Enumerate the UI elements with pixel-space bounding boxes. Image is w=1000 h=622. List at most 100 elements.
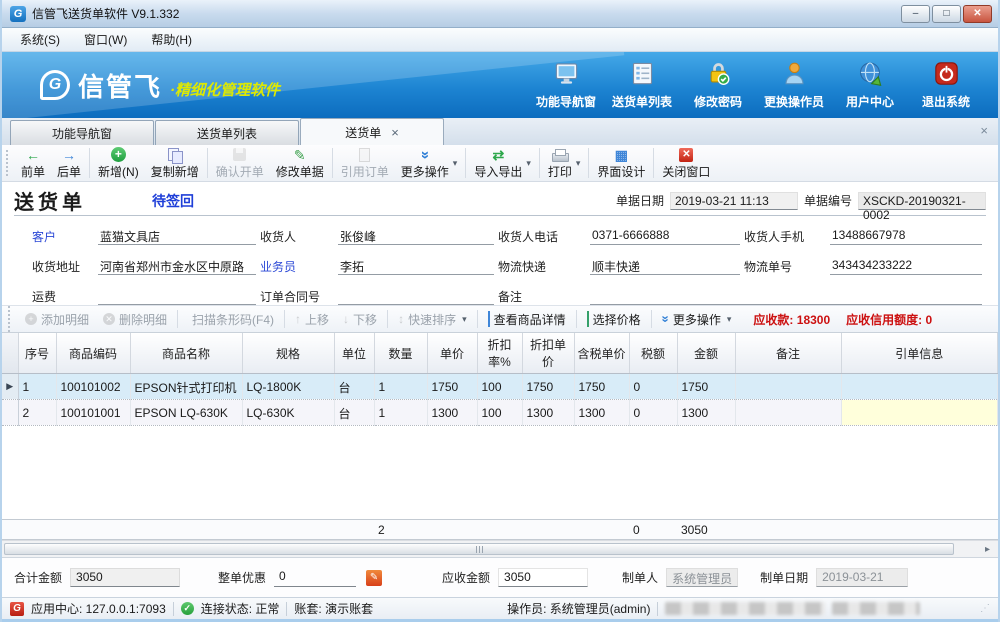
- col-header[interactable]: 规格: [242, 333, 334, 374]
- scrollbar-thumb[interactable]: [4, 543, 954, 555]
- printer-icon: [552, 149, 567, 161]
- app-center-status: 应用中心: 127.0.0.1:7093: [31, 600, 166, 617]
- footer-totals: 合计金额 3050 整单优惠 0 ✎ 应收金额 3050 制单人 系统管理员 制…: [2, 557, 998, 597]
- window-layout-icon: ▦: [615, 147, 628, 163]
- col-header[interactable]: 折扣率%: [477, 333, 522, 374]
- resize-grip-icon: ⋰: [980, 603, 990, 614]
- maximize-button[interactable]: □: [932, 5, 961, 23]
- col-header[interactable]: 数量: [374, 333, 427, 374]
- col-header[interactable]: 备注: [735, 333, 841, 374]
- col-header[interactable]: 单位: [334, 333, 374, 374]
- express-field[interactable]: 顺丰快递: [590, 258, 740, 275]
- toolbar-separator: [89, 148, 90, 178]
- print-button[interactable]: 打印▾: [542, 146, 587, 181]
- salesman-field[interactable]: 李拓: [338, 258, 494, 275]
- customer-label[interactable]: 客户: [32, 228, 94, 245]
- receivable-amount-field[interactable]: 3050: [498, 568, 588, 587]
- caret-down-icon: ▾: [576, 158, 581, 169]
- tab-close-icon[interactable]: ×: [391, 126, 399, 139]
- contract-field[interactable]: [338, 288, 494, 305]
- ui-design-button[interactable]: ▦界面设计: [591, 146, 651, 181]
- banner-button-switch-operator[interactable]: 更换操作员: [756, 60, 832, 110]
- col-header[interactable]: 金额: [677, 333, 735, 374]
- chevron-double-down-icon: »: [658, 315, 672, 322]
- express-label: 物流快递: [498, 258, 586, 275]
- banner-button-nav-window[interactable]: 功能导航窗: [528, 60, 604, 110]
- banner-button-change-password[interactable]: 修改密码: [680, 60, 756, 110]
- modify-doc-button[interactable]: ✎修改单据: [270, 146, 330, 181]
- detail-more-actions-button[interactable]: »更多操作▾: [656, 309, 738, 330]
- delete-detail-button: ✕删除明细: [97, 309, 173, 330]
- import-export-button[interactable]: ⇄导入导出▾: [468, 146, 537, 181]
- make-date-field: 2019-03-21: [816, 568, 908, 587]
- discount-field[interactable]: 0: [274, 568, 356, 587]
- panel-close-icon[interactable]: ×: [980, 123, 988, 138]
- doc-no-field: XSCKD-20190321-0002: [858, 192, 986, 210]
- phone-field[interactable]: 0371-6666888: [590, 228, 740, 245]
- tab-delivery-list[interactable]: 送货单列表: [155, 120, 299, 145]
- scroll-right-icon[interactable]: ▸: [979, 543, 996, 555]
- brand-tagline: ·精细化管理软件: [170, 71, 280, 100]
- table-row[interactable]: ▶ 1 100101002 EPSON针式打印机 LQ-1800K 台 1 17…: [2, 374, 998, 400]
- discount-edit-icon[interactable]: ✎: [366, 570, 382, 586]
- col-header[interactable]: 单价: [427, 333, 477, 374]
- col-header[interactable]: 商品编码: [56, 333, 130, 374]
- toolbar-separator: [588, 148, 589, 178]
- col-header[interactable]: 引单信息: [841, 333, 998, 374]
- status-separator: [657, 602, 658, 616]
- col-header[interactable]: 折扣单价: [522, 333, 574, 374]
- close-window-button[interactable]: ✕关闭窗口: [656, 146, 716, 181]
- minimize-button[interactable]: –: [901, 5, 930, 23]
- menu-window[interactable]: 窗口(W): [72, 28, 139, 51]
- scan-barcode-button: 扫描条形码(F4): [182, 309, 280, 330]
- banner-button-exit-system[interactable]: 退出系统: [908, 60, 984, 110]
- remark-field[interactable]: [590, 288, 982, 305]
- add-icon: +: [111, 147, 126, 162]
- chevron-double-down-icon: »: [418, 150, 432, 158]
- new-button[interactable]: +新增(N): [92, 146, 145, 181]
- document-form: 送货单 待签回 单据日期 2019-03-21 11:13 单据编号 XSCKD…: [2, 182, 998, 305]
- ref-order-button: 引用订单: [335, 146, 395, 181]
- prev-doc-button[interactable]: ←前单: [15, 146, 51, 181]
- contract-label: 订单合同号: [260, 288, 334, 305]
- move-up-button: ↑上移: [289, 309, 335, 330]
- more-actions-button[interactable]: »更多操作▾: [395, 146, 464, 181]
- col-header[interactable]: 序号: [18, 333, 56, 374]
- mobile-field[interactable]: 13488667978: [830, 228, 982, 245]
- close-button[interactable]: ✕: [963, 5, 992, 23]
- doc-date-field[interactable]: 2019-03-21 11:13: [670, 192, 798, 210]
- receivable-amount-label: 应收金额: [442, 569, 490, 586]
- salesman-label[interactable]: 业务员: [260, 258, 334, 275]
- freight-field[interactable]: [98, 288, 256, 305]
- credit-limit-label: 应收信用额度:: [846, 313, 922, 327]
- table-row[interactable]: 2 100101001 EPSON LQ-630K LQ-630K 台 1 13…: [2, 400, 998, 426]
- copy-new-button[interactable]: 复制新增: [145, 146, 205, 181]
- col-header[interactable]: 含税单价: [574, 333, 629, 374]
- customer-field[interactable]: 蓝猫文具店: [98, 228, 256, 245]
- next-doc-button[interactable]: →后单: [51, 146, 87, 181]
- consignee-field[interactable]: 张俊峰: [338, 228, 494, 245]
- arrow-up-icon: ↑: [295, 313, 301, 325]
- choose-price-button[interactable]: 选择价格: [581, 309, 647, 330]
- doc-no-label: 单据编号: [804, 192, 852, 209]
- tracking-label: 物流单号: [744, 258, 826, 275]
- caret-down-icon: ▾: [453, 158, 458, 169]
- toolbar-separator: [207, 148, 208, 178]
- items-grid: 序号 商品编码 商品名称 规格 单位 数量 单价 折扣率% 折扣单价 含税单价 …: [2, 333, 998, 557]
- menu-system[interactable]: 系统(S): [8, 28, 72, 51]
- col-header[interactable]: 商品名称: [130, 333, 242, 374]
- summary-tax: 0: [629, 520, 677, 540]
- delete-icon: ✕: [103, 313, 115, 325]
- horizontal-scrollbar[interactable]: ▸: [2, 540, 998, 557]
- tab-nav-window[interactable]: 功能导航窗: [10, 120, 154, 145]
- menu-help[interactable]: 帮助(H): [139, 28, 204, 51]
- banner-button-user-center[interactable]: 用户中心: [832, 60, 908, 110]
- app-center-icon: G: [10, 602, 24, 616]
- address-field[interactable]: 河南省郑州市金水区中原路: [98, 258, 256, 275]
- banner-button-delivery-list[interactable]: 送货单列表: [604, 60, 680, 110]
- tab-delivery-note[interactable]: 送货单 ×: [300, 118, 444, 145]
- view-product-button[interactable]: 查看商品详情: [482, 309, 572, 330]
- tracking-field[interactable]: 343434233222: [830, 258, 982, 275]
- col-header[interactable]: 税额: [629, 333, 677, 374]
- toolbar-separator: [539, 148, 540, 178]
